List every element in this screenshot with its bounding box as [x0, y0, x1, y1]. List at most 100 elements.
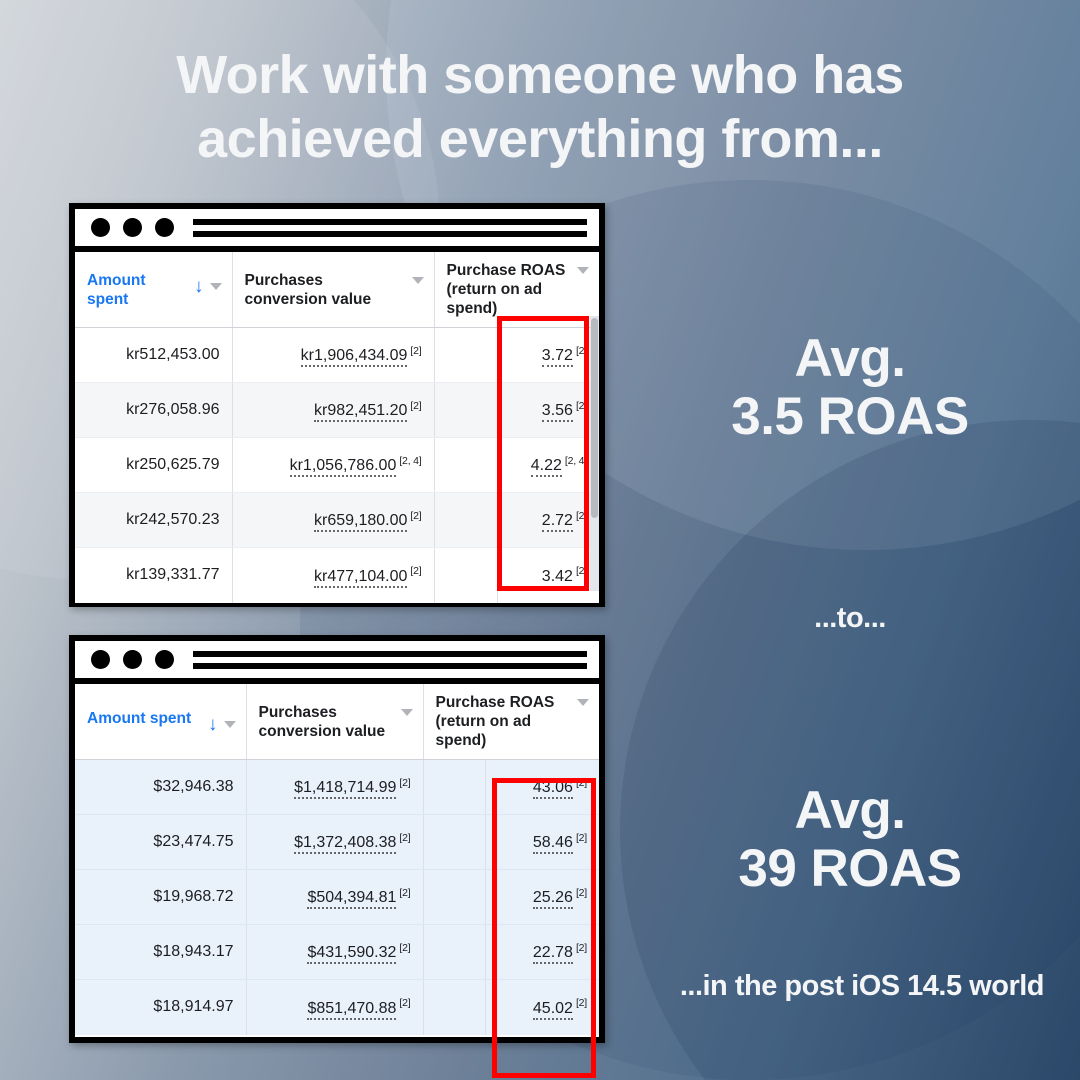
column-label-conversion-value: Purchases conversion value	[258, 703, 386, 740]
window-control-dots	[91, 218, 174, 237]
cell-value: 3.72	[541, 347, 573, 368]
address-bar-placeholder[interactable]	[193, 218, 587, 237]
browser-window-usd: Amount spent ↓ Purchases conversion valu…	[69, 635, 605, 1078]
table-container-usd: Amount spent ↓ Purchases conversion valu…	[75, 684, 600, 1078]
ads-table-usd: Amount spent ↓ Purchases conversion valu…	[75, 684, 600, 1035]
cell-value: 58.46	[532, 834, 573, 855]
browser-chrome	[75, 209, 599, 252]
footnote-marker: [2, 4]	[399, 455, 422, 468]
window-dot-maximize-icon[interactable]	[155, 218, 174, 237]
cell-amount-spent: kr139,331.77	[75, 547, 233, 603]
table-body-usd: $32,946.38 $1,418,714.99 [2] 43.06 [2] $23…	[75, 759, 600, 1035]
table-row[interactable]: $23,474.75 $1,372,408.38 [2] 58.46 [2]	[75, 814, 600, 871]
sort-descending-icon[interactable]: ↓	[194, 277, 204, 296]
chevron-down-icon[interactable]	[400, 708, 413, 716]
column-header-purchase-roas[interactable]: Purchase ROAS (return on ad spend)	[423, 684, 600, 761]
callout-transition: ...to...	[814, 602, 886, 634]
footnote-marker: [2]	[399, 777, 411, 790]
scrollbar-thumb[interactable]	[591, 318, 598, 518]
cell-value: 45.02	[532, 999, 573, 1020]
table-scrollbar-usd[interactable]	[590, 684, 599, 984]
chevron-down-icon[interactable]	[577, 699, 590, 706]
cell-conversion-value: kr1,056,786.00 [2, 4]	[232, 437, 435, 494]
table-header-usd: Amount spent ↓ Purchases conversion valu…	[75, 684, 600, 761]
page-headline: Work with someone who has achieved every…	[176, 45, 904, 169]
cell-conversion-value: $851,470.88 [2]	[246, 979, 424, 1035]
cell-conversion-value: kr659,180.00 [2]	[232, 492, 435, 549]
table-row[interactable]: kr276,058.96 kr982,451.20 [2] 3.56 [2]	[75, 382, 600, 439]
cell-value: 3.56	[541, 402, 573, 423]
cell-value: kr477,104.00	[314, 567, 408, 588]
cell-purchase-roas: 3.42 [2]	[497, 547, 600, 603]
column-header-purchase-roas[interactable]: Purchase ROAS (return on ad spend)	[434, 252, 600, 329]
cell-purchase-roas: 3.56 [2]	[497, 382, 600, 439]
cell-amount-spent: $32,946.38	[75, 759, 247, 816]
footnote-marker: [2]	[575, 400, 588, 413]
cell-purchase-roas: 2.72 [2]	[497, 492, 600, 549]
address-bar-line-1	[193, 218, 587, 225]
window-dot-maximize-icon[interactable]	[155, 650, 174, 669]
table-row[interactable]: $18,914.97 $851,470.88 [2] 45.02 [2]	[75, 979, 600, 1035]
table-scrollbar-kr[interactable]	[590, 316, 599, 591]
cell-conversion-value: $1,372,408.38 [2]	[246, 814, 424, 871]
footnote-marker: [2]	[399, 942, 411, 955]
footnote-marker: [2]	[410, 565, 422, 578]
cell-purchase-roas: 45.02 [2]	[485, 979, 600, 1035]
footnote-marker: [2]	[575, 345, 588, 358]
column-controls-amount-spent: ↓	[208, 709, 236, 734]
table-row[interactable]: kr512,453.00 kr1,906,434.09 [2] 3.72 [2]	[75, 327, 600, 384]
cell-value: 25.26	[532, 889, 573, 910]
chevron-down-icon[interactable]	[209, 282, 222, 290]
footnote-marker: [2]	[410, 510, 422, 523]
address-bar-placeholder[interactable]	[193, 650, 587, 669]
callout-avg-roas-high: Avg. 39 ROAS	[738, 781, 962, 899]
cell-amount-spent: kr276,058.96	[75, 382, 233, 439]
column-label-amount-spent: Amount spent	[87, 271, 146, 308]
window-dot-minimize-icon[interactable]	[123, 218, 142, 237]
cell-spacer	[423, 814, 486, 871]
chevron-down-icon[interactable]	[577, 267, 590, 274]
cell-value: kr1,056,786.00	[289, 457, 397, 478]
window-dot-close-icon[interactable]	[91, 650, 110, 669]
column-header-conversion-value[interactable]: Purchases conversion value	[246, 684, 424, 761]
column-controls-conversion-value	[400, 703, 413, 716]
footnote-marker: [2]	[410, 400, 422, 413]
cell-conversion-value: kr477,104.00 [2]	[232, 547, 435, 603]
chevron-down-icon[interactable]	[411, 276, 424, 284]
column-header-amount-spent[interactable]: Amount spent ↓	[75, 684, 247, 761]
table-row[interactable]: kr242,570.23 kr659,180.00 [2] 2.72 [2]	[75, 492, 600, 549]
footnote-marker: [2]	[399, 887, 411, 900]
callout-ios-context: ...in the post iOS 14.5 world	[679, 970, 1045, 1002]
cell-value: 3.42	[541, 567, 573, 588]
cell-amount-spent: $19,968.72	[75, 869, 247, 926]
footnote-marker: [2]	[410, 345, 422, 358]
table-container-kr: Amount spent ↓ Purchases conversion valu…	[75, 252, 600, 603]
footnote-marker: [2]	[575, 510, 588, 523]
table-row[interactable]: kr139,331.77 kr477,104.00 [2] 3.42 [2]	[75, 547, 600, 603]
column-header-amount-spent[interactable]: Amount spent ↓	[75, 252, 233, 329]
cell-amount-spent: kr250,625.79	[75, 437, 233, 494]
column-header-conversion-value[interactable]: Purchases conversion value	[232, 252, 435, 329]
cell-value: $1,418,714.99	[294, 779, 397, 800]
table-row[interactable]: kr250,625.79 kr1,056,786.00 [2, 4] 4.22 [2…	[75, 437, 600, 494]
footnote-marker: [2]	[575, 832, 588, 845]
table-row[interactable]: $32,946.38 $1,418,714.99 [2] 43.06 [2]	[75, 759, 600, 816]
sort-descending-icon[interactable]: ↓	[208, 715, 218, 734]
cell-purchase-roas: 58.46 [2]	[485, 814, 600, 871]
chevron-down-icon[interactable]	[223, 721, 236, 729]
window-dot-minimize-icon[interactable]	[123, 650, 142, 669]
cell-conversion-value: $1,418,714.99 [2]	[246, 759, 424, 816]
cell-spacer	[434, 547, 498, 603]
table-row[interactable]: $19,968.72 $504,394.81 [2] 25.26 [2]	[75, 869, 600, 926]
column-label-amount-spent: Amount spent	[87, 710, 192, 728]
cell-amount-spent: $18,943.17	[75, 924, 247, 981]
cell-purchase-roas: 3.72 [2]	[497, 327, 600, 384]
table-row[interactable]: $18,943.17 $431,590.32 [2] 22.78 [2]	[75, 924, 600, 981]
table-header-row: Amount spent ↓ Purchases conversion valu…	[75, 252, 600, 329]
table-header-kr: Amount spent ↓ Purchases conversion valu…	[75, 252, 600, 329]
callout-avg-roas-low: Avg. 3.5 ROAS	[731, 329, 969, 447]
cell-value: $431,590.32	[307, 944, 397, 965]
column-controls-purchase-roas	[577, 261, 590, 274]
footnote-marker: [2]	[399, 832, 411, 845]
window-dot-close-icon[interactable]	[91, 218, 110, 237]
